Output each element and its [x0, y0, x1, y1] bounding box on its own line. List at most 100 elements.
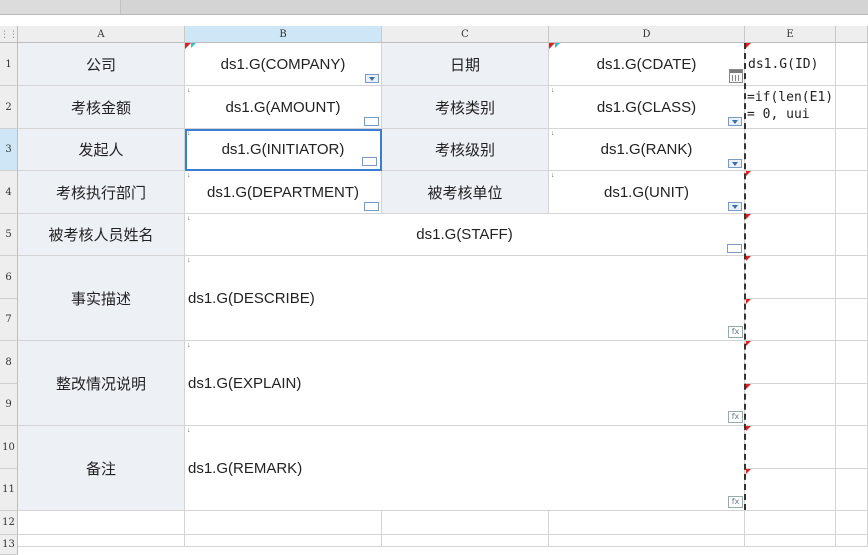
field-cdate: ds1.G(CDATE): [596, 55, 697, 73]
cell-department[interactable]: ↓ ds1.G(DEPARTMENT): [185, 171, 382, 214]
cell-empty[interactable]: [745, 171, 836, 214]
cell-empty[interactable]: [549, 535, 745, 547]
column-header-d[interactable]: D: [549, 26, 745, 43]
cell-empty[interactable]: [836, 43, 868, 86]
cell-empty[interactable]: [836, 341, 868, 384]
cell-staff[interactable]: ↓ ds1.G(STAFF): [185, 214, 745, 256]
cell-empty[interactable]: [836, 171, 868, 214]
cell-empty[interactable]: [382, 535, 549, 547]
column-header-a[interactable]: A: [18, 26, 185, 43]
row-header-5[interactable]: 5: [0, 214, 18, 256]
cell-empty[interactable]: [745, 535, 836, 547]
cell-empty[interactable]: [836, 214, 868, 256]
cell-empty[interactable]: [745, 129, 836, 171]
label-exec-dept[interactable]: 考核执行部门: [18, 171, 185, 214]
label-remark[interactable]: 备注: [18, 426, 185, 511]
label-initiator[interactable]: 发起人: [18, 129, 185, 171]
top-toolbar-strip: [0, 0, 868, 15]
cell-class[interactable]: ↓ ds1.G(CLASS): [549, 86, 745, 129]
cell-empty[interactable]: [836, 86, 868, 129]
row-header-3[interactable]: 3: [0, 129, 18, 171]
cell-empty[interactable]: [836, 511, 868, 535]
label-amount[interactable]: 考核金额: [18, 86, 185, 129]
cell-empty[interactable]: [836, 299, 868, 341]
cell-empty[interactable]: [836, 535, 868, 547]
cell-empty[interactable]: [745, 256, 836, 299]
cell-empty[interactable]: [836, 384, 868, 426]
textbox-icon[interactable]: [364, 117, 379, 126]
cell-empty[interactable]: [836, 469, 868, 511]
label-company[interactable]: 公司: [18, 43, 185, 86]
label-date-text: 日期: [449, 56, 480, 74]
cell-empty[interactable]: [745, 341, 836, 384]
cell-remark[interactable]: ↓ ds1.G(REMARK) fx: [185, 426, 745, 511]
cell-initiator-selected[interactable]: ↓ ds1.G(INITIATOR): [185, 129, 382, 171]
cell-empty[interactable]: [836, 129, 868, 171]
label-amount-text: 考核金额: [70, 99, 131, 117]
cell-describe[interactable]: ↓ ds1.G(DESCRIBE) fx: [185, 256, 745, 341]
cell-formula[interactable]: =if(len(E1) = 0, uui: [745, 86, 836, 129]
cell-empty[interactable]: [185, 511, 382, 535]
cell-empty[interactable]: [549, 511, 745, 535]
label-rectify[interactable]: 整改情况说明: [18, 341, 185, 426]
row-header-9[interactable]: 9: [0, 384, 18, 426]
row-header-1[interactable]: 1: [0, 43, 18, 86]
formula-fx-icon[interactable]: fx: [728, 496, 743, 508]
cell-empty[interactable]: [836, 256, 868, 299]
cell-empty[interactable]: [745, 511, 836, 535]
cell-empty[interactable]: [745, 469, 836, 511]
cell-empty[interactable]: [836, 426, 868, 469]
dropdown-icon[interactable]: [728, 117, 742, 126]
select-all-corner[interactable]: ⋮⋮: [0, 26, 18, 43]
row-header-4[interactable]: 4: [0, 171, 18, 214]
dropdown-icon[interactable]: [728, 159, 742, 168]
cell-empty[interactable]: [745, 426, 836, 469]
label-assessed-staff-text: 被考核人员姓名: [48, 227, 154, 244]
corner-mark-icon: ↓: [551, 87, 555, 94]
row-header-13[interactable]: 13: [0, 535, 18, 555]
row-header-2[interactable]: 2: [0, 86, 18, 129]
textbox-icon[interactable]: [362, 157, 377, 166]
row-header-11[interactable]: 11: [0, 469, 18, 511]
cell-empty[interactable]: [185, 535, 382, 547]
cell-explain[interactable]: ↓ ds1.G(EXPLAIN) fx: [185, 341, 745, 426]
row-header-6[interactable]: 6: [0, 256, 18, 299]
corner-mark-icon: ↓: [187, 215, 191, 222]
textbox-icon[interactable]: [727, 244, 742, 253]
label-date[interactable]: 日期: [382, 43, 549, 86]
column-header-b[interactable]: B: [185, 26, 382, 43]
column-header-e[interactable]: E: [745, 26, 836, 43]
label-assessed-staff[interactable]: 被考核人员姓名: [18, 214, 185, 256]
cell-empty[interactable]: [745, 384, 836, 426]
corner-mark-icon: ↓: [187, 130, 191, 137]
cell-empty[interactable]: [745, 299, 836, 341]
row-header-10[interactable]: 10: [0, 426, 18, 469]
cell-empty[interactable]: [18, 535, 185, 547]
dropdown-icon[interactable]: [728, 202, 742, 211]
row-header-8[interactable]: 8: [0, 341, 18, 384]
formula-fx-icon[interactable]: fx: [728, 326, 743, 338]
cell-empty[interactable]: [382, 511, 549, 535]
label-fact-desc[interactable]: 事实描述: [18, 256, 185, 341]
formula-fx-icon[interactable]: fx: [728, 411, 743, 423]
textbox-icon[interactable]: [364, 202, 379, 211]
cell-empty[interactable]: [745, 214, 836, 256]
cell-amount[interactable]: ↓ ds1.G(AMOUNT): [185, 86, 382, 129]
label-assess-type[interactable]: 考核类别: [382, 86, 549, 129]
row-header-12[interactable]: 12: [0, 511, 18, 535]
cell-company[interactable]: ds1.G(COMPANY): [185, 43, 382, 86]
column-header-c[interactable]: C: [382, 26, 549, 43]
cell-unit[interactable]: ↓ ds1.G(UNIT): [549, 171, 745, 214]
cell-empty[interactable]: [18, 511, 185, 535]
label-assessed-unit[interactable]: 被考核单位: [382, 171, 549, 214]
row-header-7[interactable]: 7: [0, 299, 18, 341]
column-header-blank[interactable]: [836, 26, 868, 43]
calendar-icon[interactable]: [729, 69, 743, 83]
label-assess-level[interactable]: 考核级别: [382, 129, 549, 171]
dropdown-icon[interactable]: [365, 74, 379, 83]
label-remark-text: 备注: [85, 460, 116, 478]
toolbar-segment: [0, 0, 41, 14]
cell-id[interactable]: ds1.G(ID): [745, 43, 836, 86]
cell-rank[interactable]: ↓ ds1.G(RANK): [549, 129, 745, 171]
cell-cdate[interactable]: ds1.G(CDATE): [549, 43, 745, 86]
